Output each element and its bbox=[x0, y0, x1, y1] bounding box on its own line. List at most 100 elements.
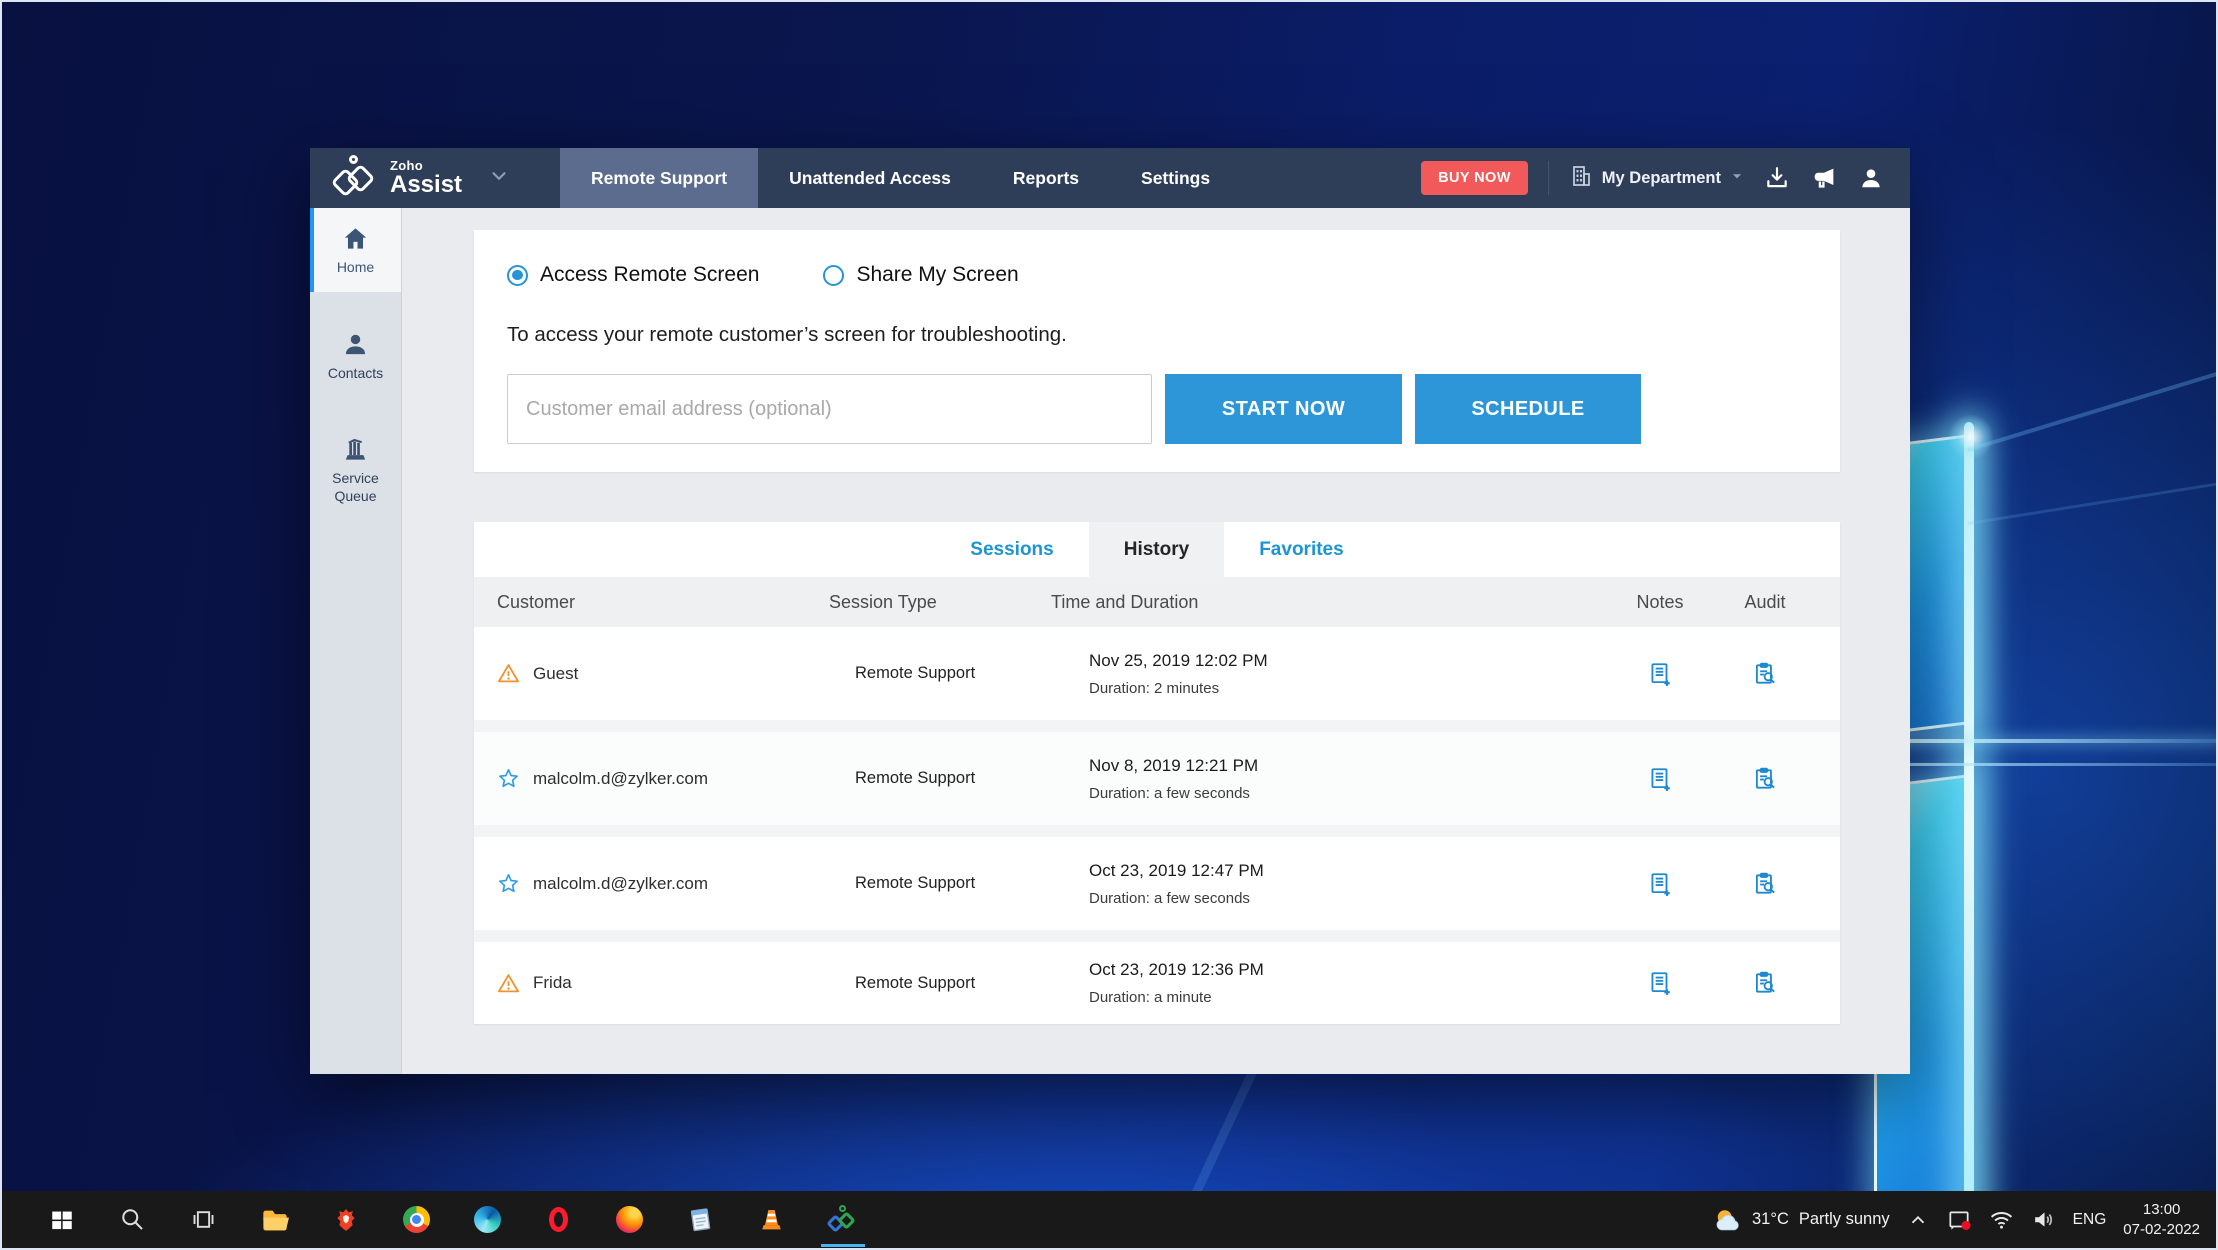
language-indicator[interactable]: ENG bbox=[2073, 1211, 2107, 1229]
chrome-browser-button[interactable] bbox=[381, 1191, 452, 1248]
action-center-icon[interactable] bbox=[1946, 1207, 1972, 1233]
customer-name: malcolm.d@zylker.com bbox=[533, 874, 708, 894]
tab-favorites[interactable]: Favorites bbox=[1224, 522, 1378, 577]
wallpaper-light-beam bbox=[1898, 763, 2218, 766]
table-row: malcolm.d@zylker.com Remote Support Oct … bbox=[474, 837, 1840, 942]
tray-chevron-up-icon[interactable] bbox=[1907, 1209, 1929, 1231]
vlc-player-button[interactable] bbox=[736, 1191, 807, 1248]
clock-date: 07-02-2022 bbox=[2123, 1220, 2200, 1240]
add-notes-icon[interactable] bbox=[1605, 871, 1715, 897]
schedule-button[interactable]: SCHEDULE bbox=[1415, 374, 1641, 444]
col-session-type: Session Type bbox=[829, 592, 1051, 613]
customer-email-input[interactable] bbox=[507, 374, 1152, 444]
wifi-icon[interactable] bbox=[1989, 1207, 2014, 1232]
sidebar-item-contacts[interactable]: Contacts bbox=[310, 314, 401, 398]
edge-browser-button[interactable] bbox=[452, 1191, 523, 1248]
add-notes-icon[interactable] bbox=[1605, 766, 1715, 792]
department-selector[interactable]: My Department bbox=[1569, 164, 1744, 193]
brand-text: Zoho Assist bbox=[390, 159, 462, 198]
windows-taskbar: 31°C Partly sunny bbox=[2, 1191, 2216, 1248]
radio-unselected-icon[interactable] bbox=[823, 265, 844, 286]
zoho-assist-logo-icon bbox=[332, 154, 380, 202]
sidebar-item-service-queue[interactable]: Service Queue bbox=[310, 419, 401, 520]
table-row: Guest Remote Support Nov 25, 2019 12:02 … bbox=[474, 627, 1840, 732]
file-explorer-button[interactable] bbox=[239, 1191, 310, 1248]
buy-now-button[interactable]: BUY NOW bbox=[1421, 161, 1528, 195]
session-duration: Duration: 2 minutes bbox=[1089, 680, 1605, 697]
brave-browser-button[interactable] bbox=[310, 1191, 381, 1248]
notepad-icon bbox=[687, 1206, 714, 1233]
nav-tab-remote-support[interactable]: Remote Support bbox=[560, 148, 758, 208]
contacts-icon bbox=[342, 331, 369, 358]
user-profile-icon[interactable] bbox=[1858, 165, 1884, 191]
session-type: Remote Support bbox=[829, 664, 1051, 683]
tray-condition: Partly sunny bbox=[1799, 1210, 1890, 1229]
app-body: Home Contacts Service Queue bbox=[310, 208, 1910, 1074]
wallpaper-flare bbox=[1948, 414, 1994, 460]
nav-tabs: Remote Support Unattended Access Reports… bbox=[560, 148, 1241, 208]
instruction-text: To access your remote customer’s screen … bbox=[507, 323, 1840, 347]
audit-log-icon[interactable] bbox=[1715, 871, 1815, 897]
session-time: Nov 25, 2019 12:02 PM bbox=[1089, 651, 1605, 671]
favorite-star-icon bbox=[497, 767, 520, 790]
weather-widget[interactable]: 31°C Partly sunny bbox=[1712, 1206, 1890, 1234]
opera-browser-button[interactable] bbox=[523, 1191, 594, 1248]
volume-icon[interactable] bbox=[2031, 1207, 2056, 1232]
audit-log-icon[interactable] bbox=[1715, 661, 1815, 687]
customer-name: Frida bbox=[533, 973, 572, 993]
task-view-button[interactable] bbox=[168, 1191, 239, 1248]
taskbar-search-button[interactable] bbox=[97, 1191, 168, 1248]
start-button[interactable] bbox=[26, 1191, 97, 1248]
col-customer: Customer bbox=[497, 592, 829, 613]
add-notes-icon[interactable] bbox=[1605, 661, 1715, 687]
brand-logo[interactable]: Zoho Assist bbox=[310, 148, 560, 208]
session-duration: Duration: a few seconds bbox=[1089, 890, 1605, 907]
tab-sessions[interactable]: Sessions bbox=[935, 522, 1088, 577]
nav-tab-unattended-access[interactable]: Unattended Access bbox=[758, 148, 982, 208]
announcement-megaphone-icon[interactable] bbox=[1810, 164, 1838, 192]
wallpaper-light-edge bbox=[1964, 422, 1974, 1250]
col-notes: Notes bbox=[1605, 592, 1715, 613]
zoho-assist-taskbar-button[interactable] bbox=[807, 1191, 878, 1248]
notepad-button[interactable] bbox=[665, 1191, 736, 1248]
history-table-header: Customer Session Type Time and Duration … bbox=[474, 577, 1840, 627]
session-type: Remote Support bbox=[829, 769, 1051, 788]
start-now-button[interactable]: START NOW bbox=[1165, 374, 1402, 444]
zoho-assist-window: Zoho Assist Remote Support Unattended Ac… bbox=[310, 148, 1910, 1074]
app-navbar: Zoho Assist Remote Support Unattended Ac… bbox=[310, 148, 1910, 208]
active-app-indicator bbox=[821, 1244, 865, 1247]
sidebar-item-label: Home bbox=[337, 259, 374, 277]
sidebar-item-label: Service Queue bbox=[314, 470, 397, 505]
chrome-icon bbox=[403, 1206, 430, 1233]
nav-tab-reports[interactable]: Reports bbox=[982, 148, 1110, 208]
radio-access-remote-screen[interactable]: Access Remote Screen bbox=[507, 263, 759, 287]
session-time: Oct 23, 2019 12:47 PM bbox=[1089, 861, 1605, 881]
remote-session-card: Access Remote Screen Share My Screen To … bbox=[474, 230, 1840, 472]
sidebar-item-home[interactable]: Home bbox=[310, 208, 401, 292]
session-time: Nov 8, 2019 12:21 PM bbox=[1089, 756, 1605, 776]
taskbar-clock[interactable]: 13:00 07-02-2022 bbox=[2123, 1200, 2200, 1239]
department-icon bbox=[1569, 164, 1593, 193]
table-row: Frida Remote Support Oct 23, 2019 12:36 … bbox=[474, 942, 1840, 1024]
app-switcher-chevron-icon[interactable] bbox=[488, 165, 510, 192]
session-duration: Duration: a minute bbox=[1089, 989, 1605, 1006]
wallpaper-light-beam bbox=[1898, 739, 2218, 743]
brand-zoho: Zoho bbox=[390, 159, 462, 173]
tab-history[interactable]: History bbox=[1089, 522, 1224, 577]
weather-icon bbox=[1712, 1206, 1742, 1234]
radio-share-my-screen[interactable]: Share My Screen bbox=[823, 263, 1018, 287]
favorite-star-icon bbox=[497, 872, 520, 895]
warning-icon bbox=[497, 972, 520, 995]
add-notes-icon[interactable] bbox=[1605, 970, 1715, 996]
nav-tab-settings[interactable]: Settings bbox=[1110, 148, 1241, 208]
audit-log-icon[interactable] bbox=[1715, 766, 1815, 792]
radio-share-label: Share My Screen bbox=[856, 263, 1018, 287]
firefox-browser-button[interactable] bbox=[594, 1191, 665, 1248]
department-caret-icon bbox=[1730, 169, 1744, 188]
vlc-icon bbox=[758, 1206, 785, 1233]
radio-selected-icon[interactable] bbox=[507, 265, 528, 286]
tray-temperature: 31°C bbox=[1752, 1210, 1789, 1229]
audit-log-icon[interactable] bbox=[1715, 970, 1815, 996]
table-row: malcolm.d@zylker.com Remote Support Nov … bbox=[474, 732, 1840, 837]
download-icon[interactable] bbox=[1764, 165, 1790, 191]
